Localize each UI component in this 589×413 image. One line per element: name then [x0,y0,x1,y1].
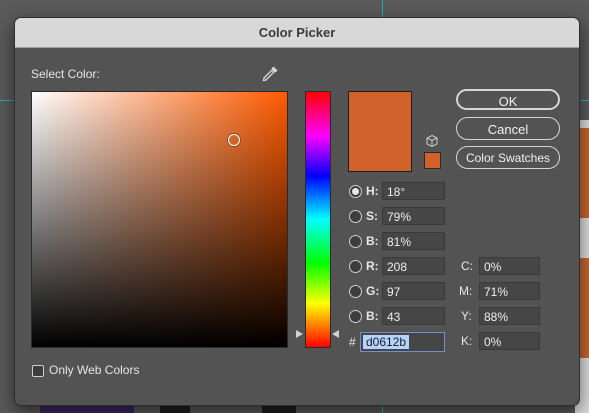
radio-red[interactable] [349,260,362,273]
radio-blue[interactable] [349,310,362,323]
green-label: G: [366,284,380,298]
hue-slider-handle-left[interactable] [296,330,303,338]
radio-brightness[interactable] [349,235,362,248]
hue-label: H: [366,184,379,198]
yellow-input[interactable]: 88% [479,307,540,325]
blue-label: B: [366,309,379,323]
eyedropper-icon[interactable] [260,64,280,84]
color-swatches-button[interactable]: Color Swatches [456,146,560,169]
background-shape [580,128,589,218]
new-color-swatch [348,91,412,172]
hue-slider[interactable] [305,91,331,348]
web-safe-swatch[interactable] [424,152,441,169]
red-label: R: [366,259,379,273]
radio-green[interactable] [349,285,362,298]
hex-value: d0612b [363,335,410,349]
cyan-input[interactable]: 0% [479,257,540,275]
black-input[interactable]: 0% [479,332,540,350]
radio-hue[interactable] [349,185,362,198]
magenta-input[interactable]: 71% [479,282,540,300]
red-input[interactable]: 208 [382,257,445,275]
brightness-label: B: [366,234,379,248]
hue-input[interactable]: 18° [382,182,445,200]
cyan-label: C: [461,259,473,273]
hue-slider-handle-right[interactable] [332,330,339,338]
green-input[interactable]: 97 [382,282,445,300]
brightness-input[interactable]: 81% [382,232,445,250]
dialog-title: Color Picker [15,18,579,48]
yellow-label: Y: [461,309,472,323]
only-web-colors-label: Only Web Colors [49,363,140,377]
color-field-marker[interactable] [228,134,240,146]
hex-input[interactable]: d0612b [360,332,445,352]
saturation-label: S: [366,209,378,223]
saturation-brightness-field[interactable] [31,91,288,348]
background-shape [580,258,589,358]
ok-button[interactable]: OK [456,89,560,110]
select-color-label: Select Color: [31,67,100,81]
cancel-button[interactable]: Cancel [456,117,560,140]
blue-input[interactable]: 43 [382,307,445,325]
hex-prefix: # [349,335,356,349]
cube-icon[interactable] [425,134,439,148]
magenta-label: M: [459,284,473,298]
guide-line [0,100,14,101]
color-picker-dialog: Color Picker Select Color: OK Cancel Col… [14,17,580,406]
saturation-input[interactable]: 79% [382,207,445,225]
black-label: K: [461,334,473,348]
radio-saturation[interactable] [349,210,362,223]
only-web-colors-checkbox[interactable] [32,365,44,377]
